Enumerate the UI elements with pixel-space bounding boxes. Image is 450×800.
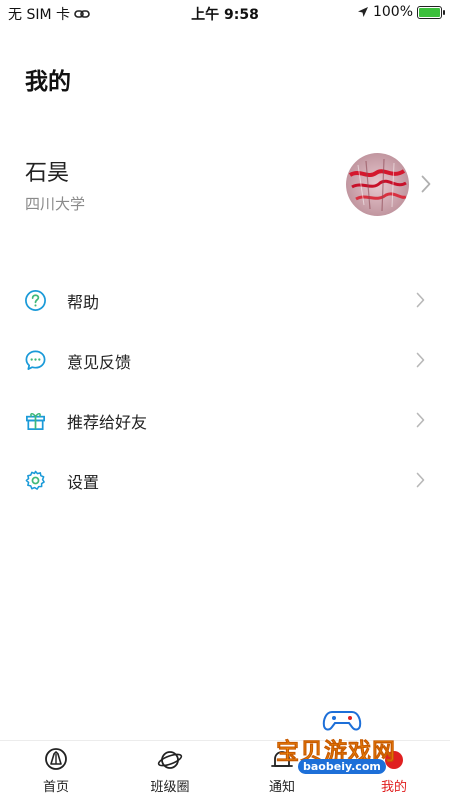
battery-icon: [417, 5, 445, 19]
menu-item-label: 推荐给好友: [67, 413, 148, 432]
menu-item-feedback[interactable]: 意见反馈: [0, 330, 450, 390]
menu-item-settings[interactable]: 设置: [0, 450, 450, 510]
watermark: 宝贝游戏网 baobeiy.com: [266, 706, 426, 786]
location-arrow-icon: [357, 7, 368, 17]
chevron-right-icon: [416, 352, 425, 368]
tab-class-circle[interactable]: 班级圈: [130, 747, 210, 795]
feedback-icon: [25, 350, 46, 370]
chevron-right-icon: [421, 175, 431, 193]
home-icon: [45, 748, 67, 770]
chevron-right-icon: [416, 412, 425, 428]
menu-item-recommend[interactable]: 推荐给好友: [0, 390, 450, 450]
gift-icon: [26, 413, 45, 430]
avatar[interactable]: [346, 153, 409, 216]
tab-home[interactable]: 首页: [16, 747, 96, 795]
menu-item-label: 意见反馈: [67, 353, 132, 372]
status-bar: 无 SIM 卡 上午 9:58 100%: [0, 0, 450, 26]
status-right: 100%: [357, 4, 445, 20]
chevron-right-icon: [416, 292, 425, 308]
gamepad-icon: [322, 711, 362, 731]
menu-item-help[interactable]: 帮助: [0, 270, 450, 330]
profile-school: 四川大学: [25, 195, 86, 213]
page-title: 我的: [25, 69, 71, 95]
menu-item-label: 帮助: [67, 293, 100, 312]
tab-label: 班级圈: [150, 780, 190, 795]
profile-card[interactable]: 石昊 四川大学: [0, 145, 450, 225]
tab-label: 首页: [42, 780, 69, 795]
profile-name: 石昊: [25, 161, 70, 186]
chevron-right-icon: [416, 472, 425, 488]
help-icon: [25, 290, 46, 311]
battery-percent: 100%: [372, 4, 413, 20]
settings-icon: [25, 470, 45, 490]
menu-item-label: 设置: [67, 473, 100, 492]
planet-icon: [157, 751, 183, 769]
watermark-url: baobeiy.com: [298, 759, 386, 774]
